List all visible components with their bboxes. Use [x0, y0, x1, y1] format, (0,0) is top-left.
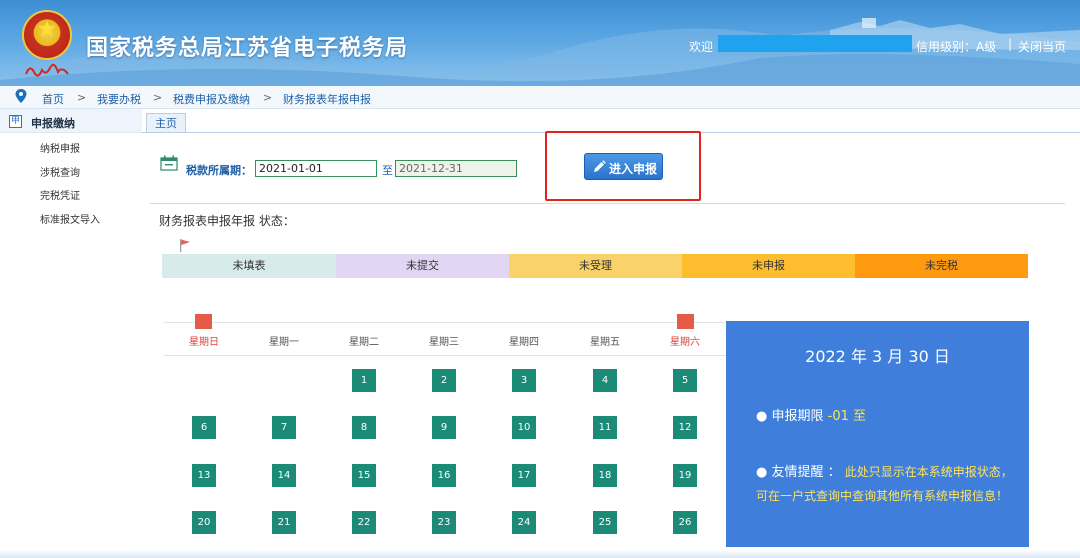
calendar-day[interactable]: 6 — [192, 416, 216, 439]
enter-filing-button[interactable]: 进入申报 — [584, 153, 663, 180]
calendar-day[interactable]: 3 — [512, 369, 536, 392]
weekday-wednesday: 星期三 — [429, 337, 459, 348]
friendly-reminder: ● 友情提醒 ： 此处只显示在本系统申报状态， — [756, 461, 1013, 480]
enter-filing-label: 进入申报 — [609, 162, 658, 176]
weekend-marker-icon — [195, 314, 212, 329]
status-title: 财务报表申报年报 状态： — [159, 214, 295, 228]
period-end-input[interactable] — [395, 160, 517, 177]
sidebar-item-tax-filing[interactable]: 纳税申报 — [40, 140, 80, 155]
tax-signature-logo — [25, 63, 69, 77]
calendar-day[interactable]: 18 — [593, 464, 617, 487]
calendar-icon — [160, 155, 178, 171]
status-unsubmitted-label: 未提交 — [406, 259, 439, 272]
calendar-header-line — [164, 355, 726, 356]
calendar-day[interactable]: 21 — [272, 511, 296, 534]
status-undeclared-label: 未申报 — [752, 259, 785, 272]
calendar-day[interactable]: 5 — [673, 369, 697, 392]
sidebar-item-tax-query[interactable]: 涉税查询 — [40, 164, 80, 179]
filing-menu-icon: 申 — [9, 115, 22, 128]
breadcrumb-home[interactable]: 首页 — [42, 91, 64, 107]
filing-deadline-label: ● 申报期限 — [756, 409, 824, 424]
tax-period-label: 税款所属期： — [186, 164, 252, 177]
calendar-day[interactable]: 8 — [352, 416, 376, 439]
section-divider — [150, 203, 1065, 204]
breadcrumb-annual-report[interactable]: 财务报表年报申报 — [283, 91, 371, 107]
welcome-label: 欢迎 — [689, 40, 714, 54]
sidebar-header[interactable]: 申 申报缴纳 — [0, 109, 142, 133]
friendly-reminder-label: ● 友情提醒 ： — [756, 465, 841, 480]
breadcrumb-separator: > — [263, 91, 273, 104]
status-undeclared: 未申报 — [682, 254, 855, 278]
header-separator: | — [1008, 37, 1013, 51]
status-unfilled: 未填表 — [162, 254, 336, 278]
calendar-day[interactable]: 26 — [673, 511, 697, 534]
breadcrumb-tax-filing[interactable]: 税费申报及缴纳 — [173, 91, 250, 107]
period-start-input[interactable] — [255, 160, 377, 177]
status-unpaid: 未完税 — [855, 254, 1028, 278]
sidebar-header-label: 申报缴纳 — [31, 117, 75, 130]
calendar-day[interactable]: 19 — [673, 464, 697, 487]
calendar-day[interactable]: 10 — [512, 416, 536, 439]
weekday-monday: 星期一 — [269, 337, 299, 348]
calendar-day[interactable]: 25 — [593, 511, 617, 534]
status-unaccepted: 未受理 — [509, 254, 682, 278]
info-panel: 2022 年 3 月 30 日 ● 申报期限 -01 至 ● 友情提醒 ： 此处… — [726, 321, 1029, 547]
bottom-strip — [0, 550, 1080, 558]
breadcrumb-separator: > — [77, 91, 87, 104]
calendar-day[interactable]: 16 — [432, 464, 456, 487]
calendar-day[interactable]: 15 — [352, 464, 376, 487]
calendar-day[interactable]: 14 — [272, 464, 296, 487]
site-title: 国家税务总局江苏省电子税务局 — [86, 36, 409, 61]
location-pin-icon — [15, 89, 27, 103]
status-unsubmitted: 未提交 — [336, 254, 509, 278]
tab-home[interactable]: 主页 — [146, 113, 186, 133]
calendar-day[interactable]: 24 — [512, 511, 536, 534]
calendar-day[interactable]: 22 — [352, 511, 376, 534]
calendar-top-line — [164, 322, 726, 323]
calendar-day[interactable]: 1 — [352, 369, 376, 392]
calendar-day[interactable]: 9 — [432, 416, 456, 439]
calendar-day[interactable]: 2 — [432, 369, 456, 392]
filing-deadline: ● 申报期限 -01 至 — [756, 405, 866, 424]
weekday-friday: 星期五 — [590, 337, 620, 348]
current-date: 2022 年 3 月 30 日 — [805, 347, 950, 366]
period-to-label: 至 — [382, 164, 393, 177]
weekday-thursday: 星期四 — [509, 337, 539, 348]
status-unpaid-label: 未完税 — [925, 259, 958, 272]
calendar-day[interactable]: 12 — [673, 416, 697, 439]
status-unfilled-label: 未填表 — [232, 259, 266, 272]
weekend-marker-icon — [677, 314, 694, 329]
breadcrumb: 首页 > 我要办税 > 税费申报及缴纳 > 财务报表年报申报 — [0, 86, 1080, 109]
weekday-saturday: 星期六 — [670, 337, 700, 348]
national-emblem-icon: ★ — [22, 10, 72, 60]
credit-level-label: 信用级别：A级 — [916, 40, 997, 54]
breadcrumb-my-tax[interactable]: 我要办税 — [97, 91, 141, 107]
calendar-day[interactable]: 17 — [512, 464, 536, 487]
breadcrumb-separator: > — [153, 91, 163, 104]
calendar-day[interactable]: 4 — [593, 369, 617, 392]
calendar-day[interactable]: 7 — [272, 416, 296, 439]
filing-deadline-value: -01 至 — [827, 409, 866, 424]
friendly-reminder-text-2: 可在一户式查询中查询其他所有系统申报信息！ — [756, 489, 1009, 503]
calendar-day[interactable]: 13 — [192, 464, 216, 487]
welcome-user-name-redacted — [718, 35, 912, 52]
pencil-icon — [594, 160, 606, 172]
weekday-sunday: 星期日 — [189, 337, 219, 348]
close-page-link[interactable]: 关闭当页 — [1018, 38, 1066, 55]
weekday-tuesday: 星期二 — [349, 337, 379, 348]
sidebar-item-tax-certificate[interactable]: 完税凭证 — [40, 187, 80, 202]
sidebar: 申 申报缴纳 纳税申报 涉税查询 完税凭证 标准报文导入 — [0, 109, 142, 558]
calendar-day[interactable]: 11 — [593, 416, 617, 439]
calendar-day[interactable]: 23 — [432, 511, 456, 534]
site-header: ★ 国家税务总局江苏省电子税务局 欢迎 信用级别：A级 | 关闭当页 — [0, 0, 1080, 86]
calendar-day[interactable]: 20 — [192, 511, 216, 534]
sidebar-item-standard-import[interactable]: 标准报文导入 — [40, 211, 100, 226]
flag-icon — [180, 239, 190, 252]
friendly-reminder-text-1: 此处只显示在本系统申报状态， — [844, 465, 1013, 479]
status-unaccepted-label: 未受理 — [579, 259, 612, 272]
